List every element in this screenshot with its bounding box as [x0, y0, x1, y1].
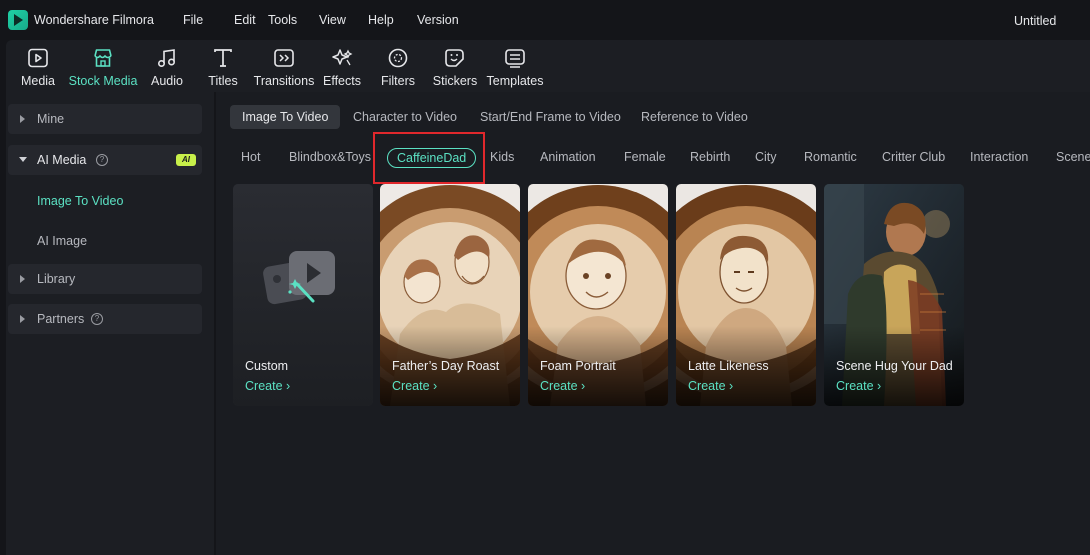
- menu-bar: File Edit Tools View Help Version: [183, 13, 477, 27]
- stock-media-icon: [92, 48, 114, 68]
- toolbar-transitions[interactable]: Transitions: [252, 40, 316, 92]
- main-toolbar: Media Stock Media Audio Titles Transitio…: [6, 40, 1090, 92]
- sticker-icon: [444, 48, 466, 68]
- music-note-icon: [156, 48, 178, 68]
- media-icon: [27, 48, 49, 68]
- tab-start-end-frame-to-video[interactable]: Start/End Frame to Video: [480, 105, 621, 129]
- highlight-annotation: [373, 132, 485, 184]
- sidebar-item-image-to-video[interactable]: Image To Video: [37, 194, 123, 208]
- filmora-logo-icon: [8, 10, 28, 30]
- card-title: Latte Likeness: [688, 359, 769, 373]
- menu-file[interactable]: File: [183, 13, 234, 27]
- menu-version[interactable]: Version: [417, 13, 477, 27]
- card-title: Foam Portrait: [540, 359, 616, 373]
- sidebar-item-ai-image[interactable]: AI Image: [37, 234, 87, 248]
- document-title: Untitled: [1014, 14, 1057, 28]
- sidebar: Mine AI Media ? AI Image To Video AI Ima…: [6, 92, 214, 555]
- help-icon[interactable]: ?: [96, 154, 108, 166]
- category-bar: Hot Blindbox&Toys CaffeineDad Kids Anima…: [216, 144, 1090, 172]
- caret-right-icon: [20, 315, 25, 323]
- app-name: Wondershare Filmora: [34, 13, 154, 27]
- menu-edit[interactable]: Edit: [234, 13, 268, 27]
- card-create-link[interactable]: Create ›: [392, 379, 437, 393]
- sidebar-item-partners[interactable]: Partners ?: [8, 304, 202, 334]
- caret-down-icon: [19, 157, 27, 162]
- toolbar-titles[interactable]: Titles: [202, 40, 244, 92]
- category-interaction[interactable]: Interaction: [970, 150, 1028, 164]
- menu-help[interactable]: Help: [368, 13, 417, 27]
- card-title: Scene Hug Your Dad: [836, 359, 953, 373]
- sidebar-item-ai-media[interactable]: AI Media ? AI: [8, 145, 202, 175]
- card-create-link[interactable]: Create ›: [540, 379, 585, 393]
- templates-icon: [504, 48, 526, 68]
- caret-right-icon: [20, 275, 25, 283]
- toolbar-media[interactable]: Media: [14, 40, 62, 92]
- category-romantic[interactable]: Romantic: [804, 150, 857, 164]
- template-card-foam-portrait[interactable]: Foam Portrait Create ›: [528, 184, 668, 406]
- menu-tools[interactable]: Tools: [268, 13, 319, 27]
- filters-icon: [387, 48, 409, 68]
- menu-view[interactable]: View: [319, 13, 368, 27]
- card-create-link[interactable]: Create ›: [688, 379, 733, 393]
- help-icon[interactable]: ?: [91, 313, 103, 325]
- main-panel: Image To Video Character to Video Start/…: [216, 92, 1090, 555]
- category-animation[interactable]: Animation: [540, 150, 596, 164]
- template-card-scene-hug-your-dad[interactable]: Scene Hug Your Dad Create ›: [824, 184, 964, 406]
- toolbar-effects[interactable]: Effects: [320, 40, 364, 92]
- card-create-link[interactable]: Create ›: [245, 379, 290, 393]
- category-scener[interactable]: Scener: [1056, 150, 1090, 164]
- category-kids[interactable]: Kids: [490, 150, 514, 164]
- toolbar-stickers[interactable]: Stickers: [430, 40, 480, 92]
- sidebar-item-library[interactable]: Library: [8, 264, 202, 294]
- toolbar-templates[interactable]: Templates: [484, 40, 546, 92]
- template-card-custom[interactable]: Custom Create ›: [233, 184, 373, 406]
- category-blindbox-toys[interactable]: Blindbox&Toys: [289, 150, 371, 164]
- toolbar-filters[interactable]: Filters: [376, 40, 420, 92]
- toolbar-stock-media[interactable]: Stock Media: [66, 40, 140, 92]
- tab-image-to-video[interactable]: Image To Video: [230, 105, 341, 129]
- effects-sparkle-icon: [331, 48, 353, 68]
- sidebar-item-mine[interactable]: Mine: [8, 104, 202, 134]
- template-card-fathers-day-roast[interactable]: Father’s Day Roast Create ›: [380, 184, 520, 406]
- title-bar: Wondershare Filmora File Edit Tools View…: [0, 0, 1090, 40]
- transitions-icon: [273, 48, 295, 68]
- category-rebirth[interactable]: Rebirth: [690, 150, 730, 164]
- category-critter-club[interactable]: Critter Club: [882, 150, 945, 164]
- category-female[interactable]: Female: [624, 150, 666, 164]
- card-title: Father’s Day Roast: [392, 359, 500, 373]
- category-hot[interactable]: Hot: [241, 150, 260, 164]
- tab-character-to-video[interactable]: Character to Video: [353, 105, 457, 129]
- text-t-icon: [212, 48, 234, 68]
- category-city[interactable]: City: [755, 150, 777, 164]
- toolbar-audio[interactable]: Audio: [146, 40, 188, 92]
- template-card-latte-likeness[interactable]: Latte Likeness Create ›: [676, 184, 816, 406]
- tab-reference-to-video[interactable]: Reference to Video: [641, 105, 748, 129]
- caret-right-icon: [20, 115, 25, 123]
- ai-badge: AI: [176, 154, 196, 166]
- card-create-link[interactable]: Create ›: [836, 379, 881, 393]
- card-title: Custom: [245, 359, 289, 373]
